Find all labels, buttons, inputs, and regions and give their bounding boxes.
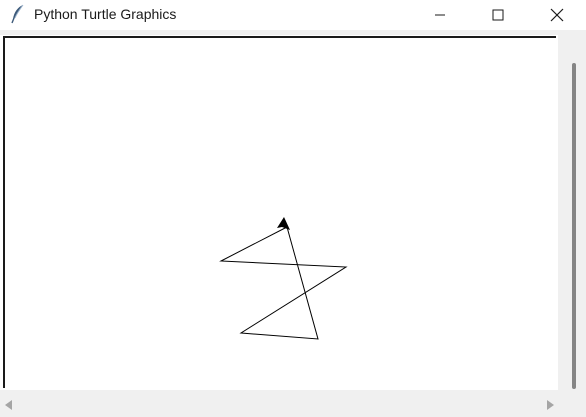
turtle-drawing [219,217,348,340]
scrollbar-corner [561,392,586,417]
vertical-scroll-thumb[interactable] [572,63,576,389]
star-path [219,226,348,340]
turtle-window: Python Turtle Graphics [0,0,586,417]
turtle-cursor [277,217,290,230]
scroll-left-icon[interactable] [5,400,12,410]
scroll-right-icon[interactable] [547,400,554,410]
vertical-scrollbar[interactable] [561,35,586,392]
horizontal-scrollbar[interactable] [0,392,561,417]
